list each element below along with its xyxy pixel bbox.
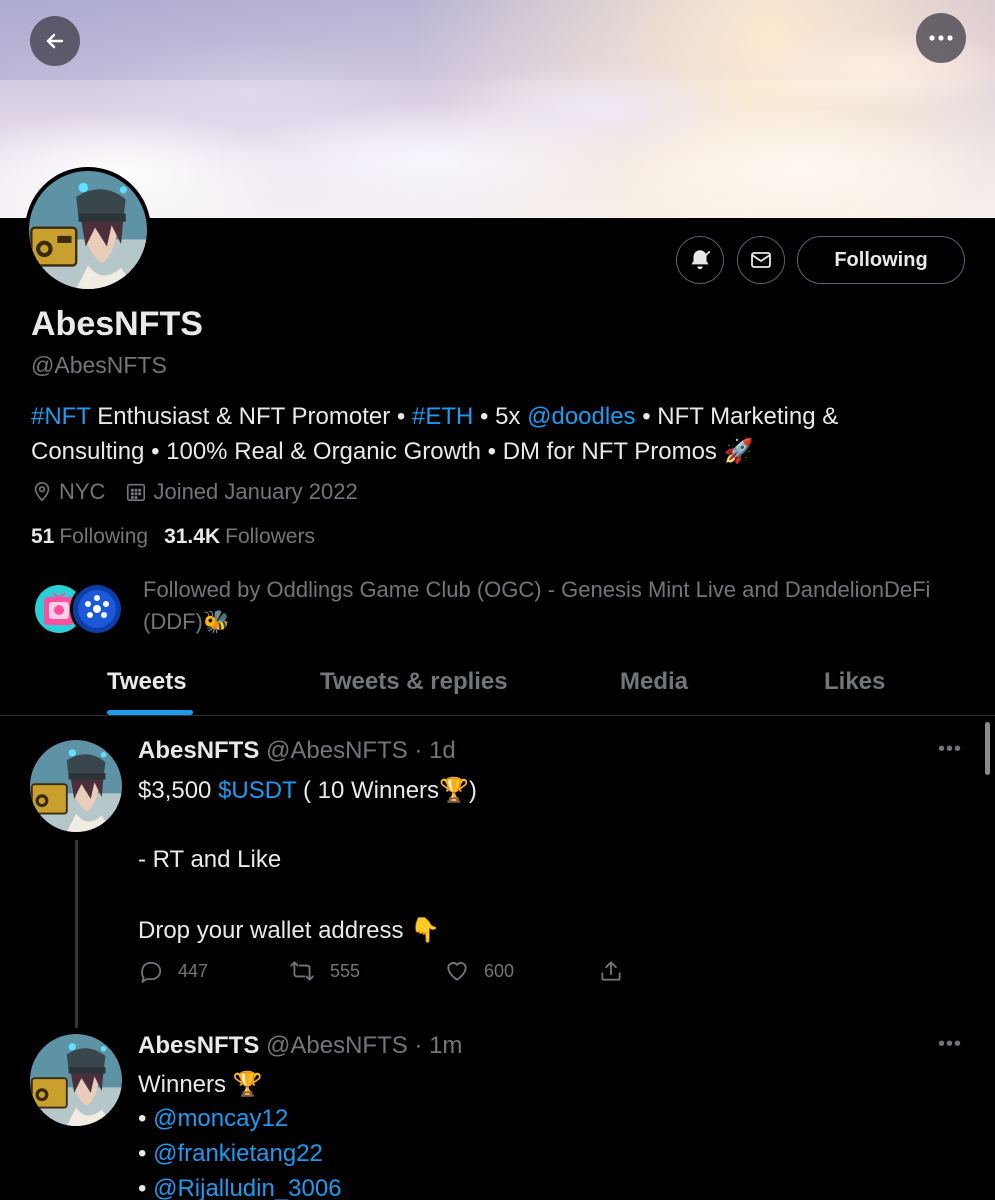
hashtag-nft[interactable]: #NFT [31, 403, 91, 430]
avatar-image [30, 740, 122, 832]
profile-bio: #NFT Enthusiast & NFT Promoter • #ETH • … [31, 399, 951, 469]
mention-link[interactable]: @Rijalludin_3006 [153, 1175, 341, 1200]
following-count-link[interactable]: 51 Following [31, 525, 148, 549]
profile-avatar[interactable] [25, 167, 151, 293]
tweet-text-line: Winners 🏆 [138, 1071, 263, 1098]
thread-line [75, 840, 78, 1028]
profile-display-name: AbesNFTS [31, 305, 203, 343]
reply-count: 447 [178, 960, 209, 981]
tweet-text-line: • @frankietang22 [138, 1140, 323, 1167]
tab-tweets-and-replies[interactable]: Tweets & replies [320, 668, 508, 696]
tweet-text-line: - RT and Like [138, 846, 282, 873]
profile-stats: 51 Following 31.4K Followers [31, 525, 331, 549]
tweet-author-name[interactable]: AbesNFTS [138, 737, 259, 764]
calendar-icon [127, 483, 146, 502]
profile-handle: @AbesNFTS [31, 352, 167, 378]
mention-link[interactable]: @frankietang22 [153, 1140, 323, 1167]
share-button[interactable] [598, 958, 638, 984]
followed-by-avatars[interactable] [32, 582, 132, 637]
tweet-avatar[interactable] [30, 1034, 122, 1126]
profile-tabs: Tweets Tweets & replies Media Likes [0, 650, 995, 716]
location-pin-icon [34, 482, 50, 502]
more-options-button[interactable] [916, 13, 966, 63]
followed-by-text[interactable]: Followed by Oddlings Game Club (OGC) - G… [143, 574, 963, 638]
like-count: 600 [484, 960, 515, 981]
active-tab-indicator [107, 710, 193, 715]
like-button[interactable]: 600 [444, 958, 514, 984]
back-button[interactable] [30, 16, 80, 66]
avatar-image [30, 1034, 122, 1126]
scrollbar[interactable] [985, 722, 990, 775]
retweet-button[interactable]: 555 [288, 958, 360, 984]
tweet-text-line: Drop your wallet address 👇 [138, 917, 441, 944]
following-button[interactable]: Following [797, 236, 965, 284]
profile-location: NYC [59, 479, 106, 504]
reply-button[interactable]: 447 [138, 958, 208, 984]
tweet-text-line: • @moncay12 [138, 1105, 289, 1132]
bio-text: • 5x [473, 403, 528, 430]
arrow-left-icon [46, 33, 64, 49]
profile-meta: NYC Joined January 2022 [31, 479, 378, 505]
followers-label: Followers [225, 525, 315, 548]
followed-by-avatar-2 [70, 582, 124, 636]
reply-icon [141, 961, 162, 983]
bell-check-icon [691, 250, 711, 270]
profile-banner[interactable] [0, 0, 995, 218]
followers-count: 31.4K [164, 525, 221, 548]
tweet-more-button[interactable]: ••• [938, 1033, 962, 1056]
tweet-author-meta: @AbesNFTS · 1d [266, 737, 456, 764]
profile-joined-date: Joined January 2022 [153, 479, 358, 504]
cashtag-usdt[interactable]: $USDT [218, 777, 296, 804]
bio-text: Enthusiast & NFT Promoter • [90, 403, 412, 430]
retweet-icon [290, 961, 314, 981]
tweet-actions: 447 555 600 [138, 958, 638, 990]
hashtag-eth[interactable]: #ETH [412, 403, 473, 430]
heart-icon [447, 962, 467, 981]
tweet-avatar[interactable] [30, 740, 122, 832]
following-count: 51 [31, 525, 55, 548]
envelope-icon [751, 252, 771, 268]
tweet-header: AbesNFTS @AbesNFTS · 1m [138, 1032, 462, 1060]
retweet-count: 555 [330, 960, 361, 981]
tab-media[interactable]: Media [620, 668, 688, 696]
mention-link[interactable]: @moncay12 [153, 1105, 288, 1132]
following-label: Following [59, 525, 149, 548]
more-horizontal-icon [929, 35, 953, 41]
message-button[interactable] [737, 236, 785, 284]
tweet-header: AbesNFTS @AbesNFTS · 1d [138, 737, 456, 765]
tweet-text-line: $3,500 $USDT ( 10 Winners🏆) [138, 777, 477, 804]
avatar-image [29, 171, 147, 289]
tweet-more-button[interactable]: ••• [938, 738, 962, 761]
tab-tweets[interactable]: Tweets [107, 668, 187, 696]
tweet-text-line: • @Rijalludin_3006 [138, 1175, 342, 1200]
followers-count-link[interactable]: 31.4K Followers [164, 525, 315, 549]
mention-doodles[interactable]: @doodles [527, 403, 635, 430]
tweet-author-meta: @AbesNFTS · 1m [266, 1032, 463, 1059]
notifications-button[interactable] [676, 236, 724, 284]
tweet-author-name[interactable]: AbesNFTS [138, 1032, 259, 1059]
share-icon [601, 961, 621, 981]
tab-likes[interactable]: Likes [824, 668, 885, 696]
